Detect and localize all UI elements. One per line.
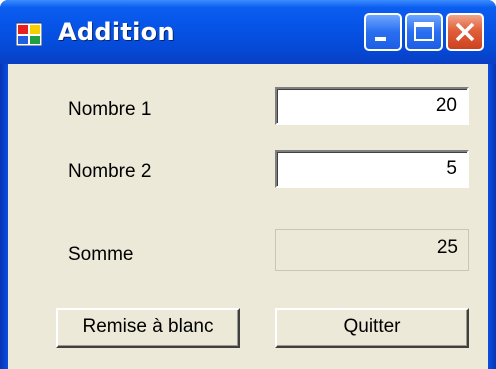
window-frame-left — [0, 64, 8, 369]
nombre2-input[interactable]: 5 — [275, 150, 469, 188]
app-window: Addition Nombre 1 20 Nombre 2 5 Somme 25 — [0, 0, 496, 369]
window-frame-right — [488, 64, 496, 369]
quit-button[interactable]: Quitter — [275, 308, 469, 348]
minimize-icon — [375, 37, 386, 41]
form-icon — [15, 22, 43, 47]
somme-label: Somme — [68, 244, 134, 265]
maximize-button[interactable] — [405, 13, 443, 51]
close-button[interactable] — [446, 13, 484, 51]
nombre1-label: Nombre 1 — [68, 99, 152, 120]
somme-output: 25 — [275, 229, 469, 271]
minimize-button[interactable] — [364, 13, 402, 51]
close-icon — [455, 22, 475, 42]
form-client-area: Nombre 1 20 Nombre 2 5 Somme 25 Remise à… — [8, 64, 488, 369]
maximize-icon — [414, 22, 434, 41]
title-bar[interactable]: Addition — [0, 0, 496, 64]
nombre1-input[interactable]: 20 — [275, 87, 469, 125]
window-title: Addition — [58, 18, 175, 46]
reset-button[interactable]: Remise à blanc — [56, 308, 240, 348]
nombre2-label: Nombre 2 — [68, 161, 152, 182]
